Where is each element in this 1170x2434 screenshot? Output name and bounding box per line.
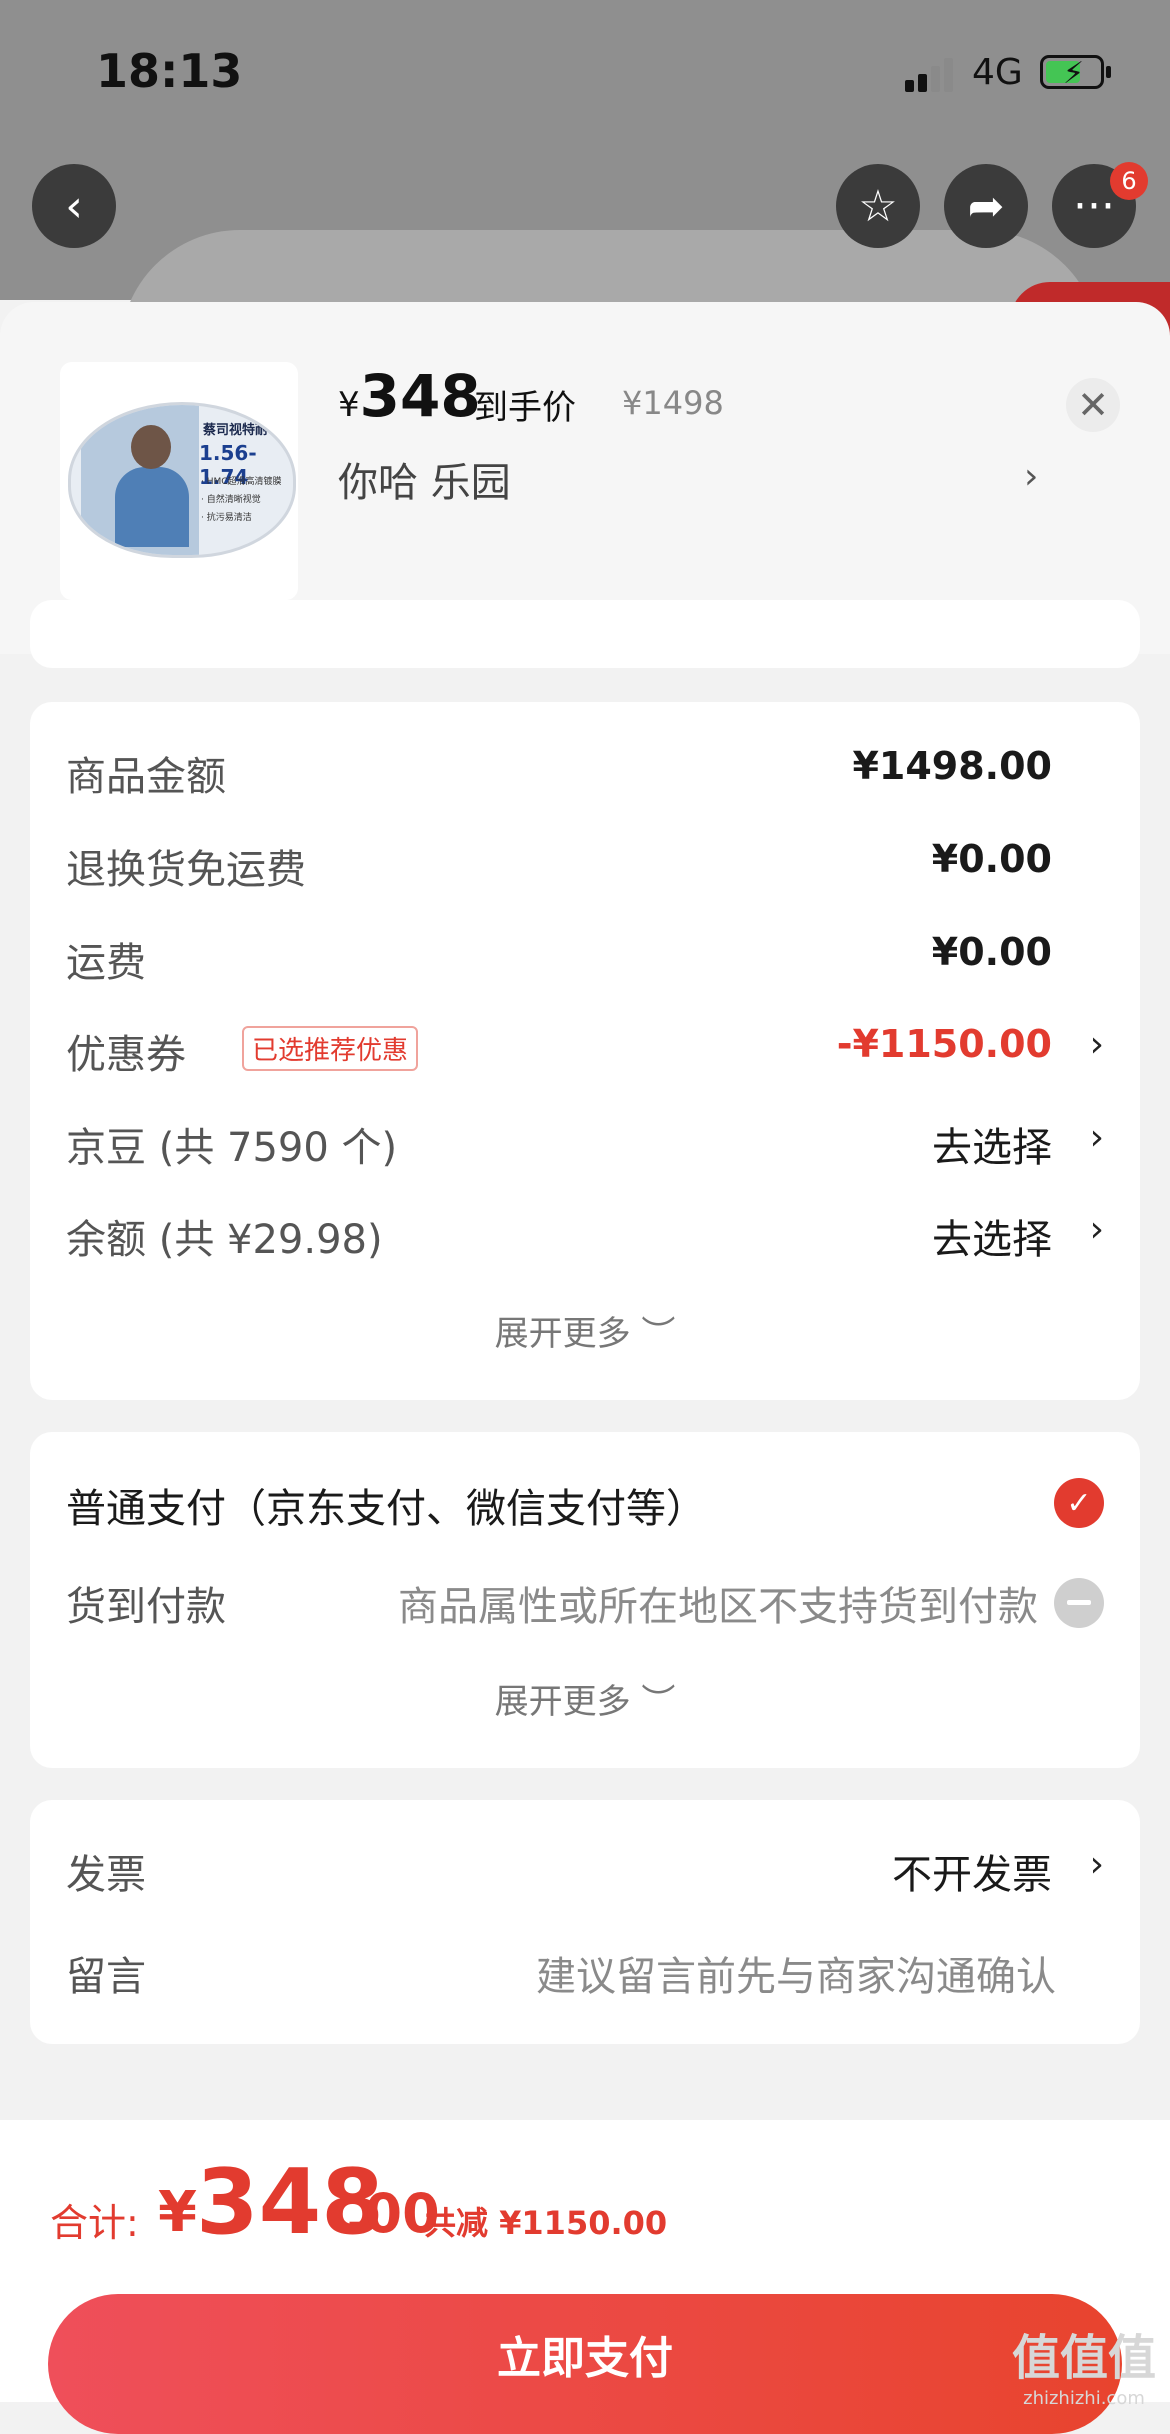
cod-unavailable-note: 商品属性或所在地区不支持货到付款	[398, 1584, 1038, 1630]
address-card-edge	[30, 600, 1140, 668]
coupon-tag: 已选推荐优惠	[242, 1026, 419, 1071]
battery-icon: ⚡	[1040, 55, 1104, 91]
disabled-icon	[1054, 1578, 1104, 1628]
payment-method-card: 普通支付（京东支付、微信支付等） ✓ 货到付款 商品属性或所在地区不支持货到付款…	[30, 1432, 1140, 1768]
invoice-message-card: 发票 不开发票 › 留言 建议留言前先与商家沟通确认	[30, 1800, 1140, 2044]
summary-row-goods: 商品金额 ¥1498.00	[66, 744, 1052, 800]
payment-option-normal[interactable]: 普通支付（京东支付、微信支付等） ✓	[66, 1476, 1104, 1536]
total-label: 合计:	[50, 2201, 139, 2245]
chevron-right-icon[interactable]: ›	[1024, 456, 1038, 497]
status-bar: 18:13 4G ⚡	[0, 0, 1170, 140]
chevron-left-icon: ‹	[65, 180, 83, 232]
total-saved: 共减 ¥1150.00	[424, 2204, 668, 2242]
summary-row-return-shipping: 退换货免运费 ¥0.00	[66, 837, 1052, 893]
chevron-right-icon: ›	[1089, 1117, 1104, 1158]
product-thumbnail[interactable]: 蔡司视特耐 1.56-1.74 · HMC超滑高清镀膜 · 自然清晰视觉 · 抗…	[60, 362, 298, 600]
final-price: ¥348	[338, 362, 481, 430]
share-button[interactable]: ➦	[944, 164, 1028, 248]
checkout-footer: 合计: ¥ 348 .00 共减 ¥1150.00 立即支付	[0, 2120, 1170, 2434]
thumbnail-feature: · 抗污易清洁	[201, 513, 252, 523]
payment-expand-button[interactable]: 展开更多 ︶	[30, 1674, 1140, 1723]
network-type: 4G	[972, 52, 1023, 93]
thumbnail-feature: · 自然清晰视觉	[201, 495, 261, 505]
thumbnail-brand: 蔡司视特耐	[203, 423, 269, 438]
coupon-discount: -¥1150.00	[836, 1022, 1052, 1066]
price-summary-card: 商品金额 ¥1498.00 退换货免运费 ¥0.00 运费 ¥0.00 优惠券 …	[30, 702, 1140, 1400]
chevron-right-icon: ›	[1089, 1844, 1104, 1885]
chevron-right-icon: ›	[1089, 1209, 1104, 1250]
summary-row-balance[interactable]: 余额 (共 ¥29.98) 去选择 ›	[66, 1207, 1104, 1267]
summary-row-coupon[interactable]: 优惠券 已选推荐优惠 -¥1150.00 ›	[66, 1022, 1104, 1082]
checkmark-icon: ✓	[1054, 1478, 1104, 1528]
payment-option-cod: 货到付款 商品属性或所在地区不支持货到付款	[66, 1574, 1104, 1634]
share-arrow-icon: ➦	[967, 180, 1005, 232]
summary-row-jingdou[interactable]: 京豆 (共 7590 个) 去选择 ›	[66, 1115, 1104, 1175]
summary-expand-button[interactable]: 展开更多 ︶	[30, 1306, 1140, 1355]
summary-row-shipping: 运费 ¥0.00	[66, 930, 1052, 986]
star-icon: ☆	[858, 180, 898, 232]
chevron-right-icon: ›	[1089, 1024, 1104, 1065]
favorite-button[interactable]: ☆	[836, 164, 920, 248]
more-dots-icon: ···	[1073, 180, 1115, 232]
total-currency: ¥	[158, 2180, 197, 2245]
thumbnail-feature: · HMC超滑高清镀膜	[201, 477, 282, 487]
status-time: 18:13	[96, 44, 243, 98]
message-input[interactable]: 建议留言前先与商家沟通确认	[536, 1944, 1056, 2002]
watermark: 值值值 zhizhizhi.com	[1012, 2330, 1157, 2409]
back-button[interactable]: ‹	[32, 164, 116, 248]
signal-icon	[905, 56, 957, 92]
original-price: ¥1498	[622, 384, 724, 422]
close-icon: ✕	[1077, 383, 1109, 427]
close-button[interactable]: ✕	[1066, 378, 1120, 432]
product-spec[interactable]: 你哈 乐园	[338, 450, 511, 508]
notification-badge: 6	[1110, 162, 1148, 200]
price-tag-label: 到手价	[474, 388, 576, 428]
pay-now-button[interactable]: 立即支付	[48, 2294, 1122, 2434]
invoice-row[interactable]: 发票 不开发票 ›	[66, 1842, 1104, 1902]
message-row[interactable]: 留言 建议留言前先与商家沟通确认	[66, 1944, 1104, 2004]
